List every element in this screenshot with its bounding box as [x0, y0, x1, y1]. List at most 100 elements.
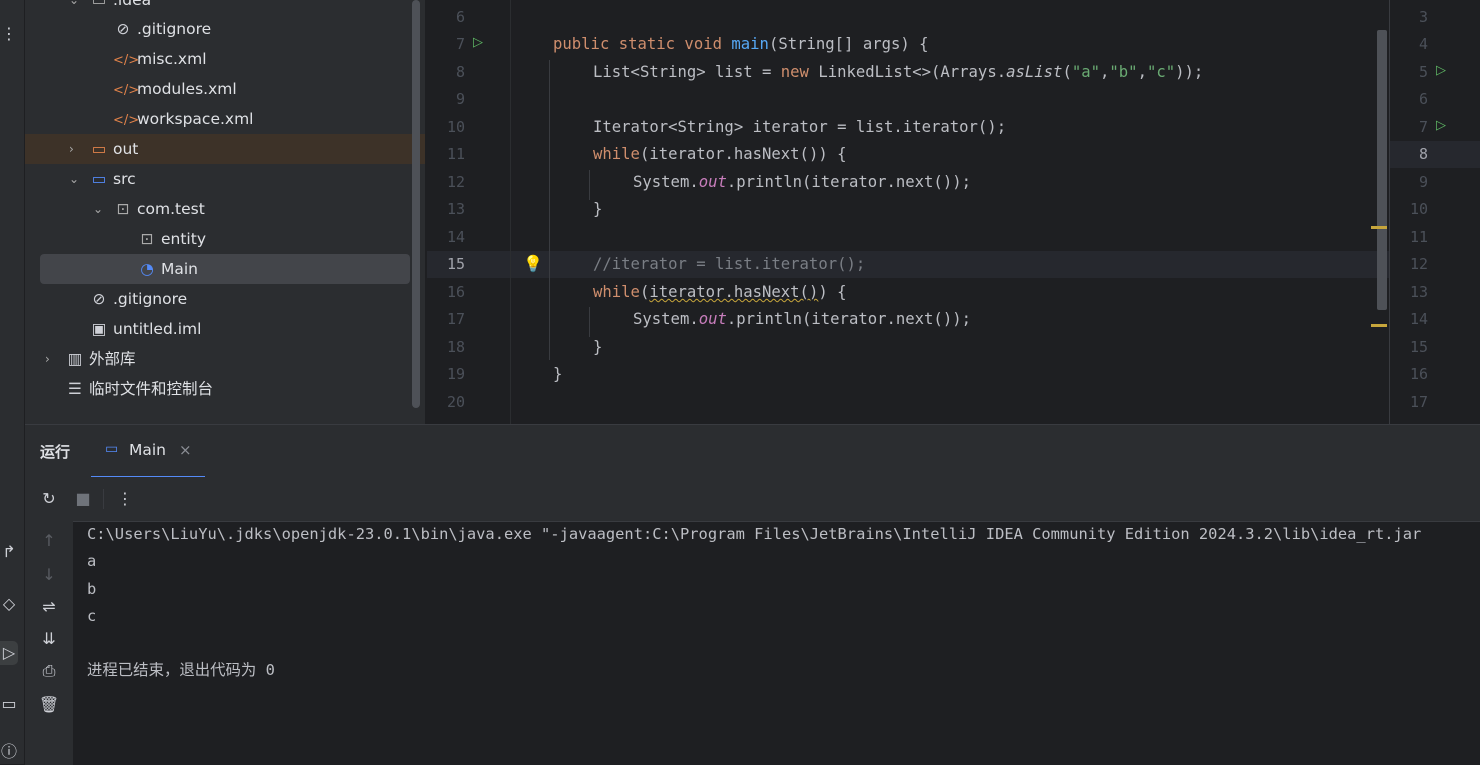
toolbar-divider	[103, 489, 104, 509]
line-number: 12	[1409, 255, 1428, 273]
code-line-13: }	[593, 200, 603, 218]
services-icon[interactable]: ◇	[0, 592, 18, 616]
line-number: 11	[446, 145, 465, 163]
tree-item-out[interactable]: › ▭ out	[25, 134, 425, 164]
run-gutter-icon[interactable]: ▷	[473, 35, 483, 50]
line-number: 8	[455, 63, 465, 81]
chevron-down-icon[interactable]: ⌄	[69, 164, 79, 194]
console-icon: ▭	[105, 441, 119, 457]
run-tab-label: Main	[129, 441, 167, 459]
line-number: 5	[1418, 63, 1428, 81]
gutter-separator	[510, 0, 511, 424]
indent-guide	[589, 307, 590, 337]
code-line-12: System.out.println(iterator.next());	[633, 173, 971, 191]
code-line-11: while(iterator.hasNext()) {	[593, 145, 847, 163]
more-icon[interactable]: ⋮	[0, 22, 18, 46]
line-number: 17	[446, 310, 465, 328]
java-class-icon: ◔	[140, 260, 154, 278]
left-tool-strip: ⋮ ↱ ◇ ▷ ▭ ⓘ	[0, 0, 25, 764]
soft-wrap-icon[interactable]: ⇌	[37, 595, 61, 619]
line-number: 12	[446, 173, 465, 191]
code-line-10: Iterator<String> iterator = list.iterato…	[593, 118, 1007, 136]
line-number: 10	[446, 118, 465, 136]
scroll-to-end-icon[interactable]: ⇊	[37, 627, 61, 651]
arrow-down-icon[interactable]: ↓	[37, 563, 61, 587]
line-number: 6	[455, 8, 465, 26]
secondary-editor[interactable]: 3 4 5 6 7 8 9 10 11 12 13 14 15 16 17 ▷ …	[1389, 0, 1480, 424]
line-number: 7	[455, 35, 465, 53]
line-number: 4	[1418, 35, 1428, 53]
code-editor[interactable]: 6 7 8 9 10 11 12 13 14 15 16 17 18 19 20…	[426, 0, 1389, 424]
line-number: 6	[1418, 90, 1428, 108]
console-line: c	[87, 607, 97, 625]
code-line-15: //iterator = list.iterator();	[593, 255, 866, 273]
run-gutter-icon[interactable]: ▷	[1436, 118, 1446, 133]
run-tab-main[interactable]: ▭ Main ×	[91, 433, 205, 479]
tree-item-main[interactable]: ◔ Main	[40, 254, 410, 284]
line-number: 9	[455, 90, 465, 108]
scratches-icon: ☰	[68, 380, 82, 398]
tree-item-idea[interactable]: ⌄ ▭ .idea	[25, 0, 415, 15]
tree-item-external-libraries[interactable]: › ▥ 外部库	[25, 344, 415, 374]
editor-scrollbar[interactable]	[1377, 30, 1387, 310]
tree-item-gitignore-root[interactable]: ⊘ .gitignore	[25, 284, 415, 314]
line-number: 13	[1409, 283, 1428, 301]
code-line-16: while(iterator.hasNext()) {	[593, 283, 847, 301]
tree-item-workspace-xml[interactable]: </>workspace.xml	[25, 104, 415, 134]
console-output[interactable]: C:\Users\LiuYu\.jdks\openjdk-23.0.1\bin\…	[87, 521, 1480, 765]
library-icon: ▥	[67, 350, 83, 368]
run-header: 运行 ▭ Main ×	[25, 425, 1480, 479]
more-options-icon[interactable]: ⋮	[113, 487, 137, 511]
tree-item-modules-xml[interactable]: </>modules.xml	[25, 74, 415, 104]
run-gutter-icon[interactable]: ▷	[1436, 63, 1446, 78]
tree-item-misc-xml[interactable]: </>misc.xml	[25, 44, 415, 74]
chevron-down-icon[interactable]: ⌄	[69, 0, 79, 15]
code-line-18: }	[593, 338, 603, 356]
line-number: 16	[446, 283, 465, 301]
tree-item-src[interactable]: ⌄ ▭ src	[25, 164, 415, 194]
console-line-exit: 进程已结束，退出代码为 0	[87, 661, 275, 679]
console-line-command: C:\Users\LiuYu\.jdks\openjdk-23.0.1\bin\…	[87, 525, 1422, 543]
indent-guide	[549, 60, 550, 360]
line-number: 19	[446, 365, 465, 383]
trash-icon[interactable]: 🗑	[37, 693, 61, 717]
tree-item-gitignore-idea[interactable]: ⊘ .gitignore	[25, 14, 415, 44]
warning-marker[interactable]	[1371, 226, 1387, 229]
console-side-toolbar: ↑ ↓ ⇌ ⇊ ⎙ 🗑	[25, 521, 73, 765]
project-scrollbar[interactable]	[412, 0, 420, 408]
tree-item-entity[interactable]: ⊡ entity	[25, 224, 415, 254]
lightbulb-icon[interactable]: 💡	[523, 254, 543, 273]
line-number: 17	[1409, 393, 1428, 411]
line-number-current: 15	[446, 255, 465, 273]
chevron-right-icon[interactable]: ›	[69, 134, 74, 164]
line-number: 18	[446, 338, 465, 356]
line-number: 13	[446, 200, 465, 218]
rerun-icon[interactable]: ↻	[37, 487, 61, 511]
problems-icon[interactable]: ⓘ	[0, 740, 18, 764]
arrow-up-icon[interactable]: ↑	[37, 529, 61, 553]
console-line: b	[87, 580, 97, 598]
line-number: 7	[1418, 118, 1428, 136]
line-number-current: 8	[1418, 145, 1428, 163]
terminal-icon[interactable]: ▭	[0, 692, 18, 716]
tree-item-untitled-iml[interactable]: ▣ untitled.iml	[25, 314, 415, 344]
chevron-right-icon[interactable]: ›	[45, 344, 50, 374]
stop-icon[interactable]: ■	[71, 487, 95, 511]
line-number: 16	[1409, 365, 1428, 383]
chevron-down-icon[interactable]: ⌄	[93, 194, 103, 224]
xml-file-icon: </>	[113, 113, 140, 128]
warning-marker[interactable]	[1371, 324, 1387, 327]
close-icon[interactable]: ×	[179, 441, 192, 459]
run-tool-icon[interactable]: ▷	[0, 641, 18, 665]
git-icon[interactable]: ↱	[0, 540, 18, 564]
tree-item-com-test[interactable]: ⌄ ⊡ com.test	[25, 194, 415, 224]
code-line-7: public static void main(String[] args) {	[553, 35, 929, 53]
print-icon[interactable]: ⎙	[37, 659, 61, 683]
indent-guide	[589, 170, 590, 200]
tree-item-scratches[interactable]: ☰ 临时文件和控制台	[25, 374, 415, 404]
module-file-icon: ▣	[91, 320, 107, 338]
source-folder-icon: ▭	[91, 170, 107, 188]
line-number: 20	[446, 393, 465, 411]
console-line: a	[87, 552, 97, 570]
line-number: 3	[1418, 8, 1428, 26]
